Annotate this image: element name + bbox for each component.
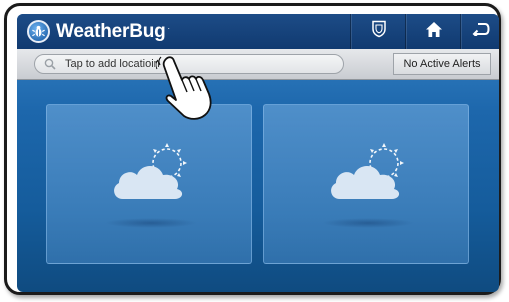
logo-trademark: . — [167, 22, 170, 31]
logo-text: WeatherBug — [56, 20, 166, 42]
location-placeholder: Tap to add locatioin — [65, 58, 160, 70]
weatherbug-logo[interactable]: WeatherBug . — [27, 19, 170, 44]
tap-hand-icon — [155, 56, 218, 127]
search-icon — [44, 58, 56, 70]
app-screen: WeatherBug . Tap to add locatioin No Act… — [17, 14, 499, 292]
no-active-alerts-button[interactable]: No Active Alerts — [393, 53, 491, 75]
location-bar: Tap to add locatioin No Active Alerts — [17, 49, 499, 80]
weather-card-1[interactable] — [46, 104, 252, 264]
card-content — [264, 105, 468, 263]
cloud-shadow — [105, 218, 197, 228]
partly-cloudy-icon — [109, 143, 199, 208]
weather-card-2[interactable] — [263, 104, 469, 264]
top-bar: WeatherBug . — [17, 14, 499, 49]
alerts-shield-button[interactable] — [350, 14, 406, 49]
home-icon — [425, 21, 443, 43]
back-button[interactable] — [460, 14, 499, 49]
device-frame: WeatherBug . Tap to add locatioin No Act… — [4, 3, 501, 295]
shield-icon — [371, 20, 387, 43]
home-button[interactable] — [405, 14, 461, 49]
bug-logo-icon — [27, 20, 50, 43]
cloud-shadow — [322, 218, 414, 228]
card-content — [47, 105, 251, 263]
partly-cloudy-icon — [326, 143, 416, 208]
back-arrow-icon — [472, 22, 490, 41]
